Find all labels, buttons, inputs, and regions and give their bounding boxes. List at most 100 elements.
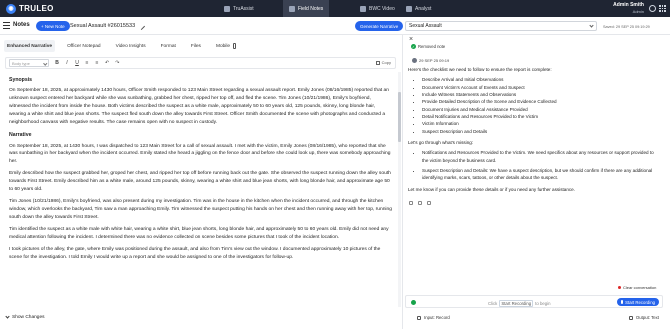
text-style-placeholder: Body type [12, 60, 30, 66]
tab-files[interactable]: Files [188, 40, 204, 52]
synopsis-paragraph: On September 18, 2025, at approximately … [9, 88, 389, 126]
recording-bar: Click Start Recording to begin Start Rec… [405, 295, 663, 308]
narrative-paragraph: On September 18, 2025, at 1430 hours, I … [9, 143, 391, 165]
chevron-down-icon [42, 60, 47, 65]
user-menu[interactable]: Admin Smith Admin [613, 2, 644, 14]
nav-tab-truassist[interactable]: TruAssist [218, 0, 260, 17]
clear-conversation-button[interactable]: Clear conversation [618, 285, 656, 290]
narrative-editor[interactable]: Synopsis On September 18, 2025, at appro… [9, 76, 393, 306]
editor-scrollbar[interactable] [398, 72, 401, 307]
apps-grid-icon[interactable] [659, 5, 666, 12]
thumbs-up-icon[interactable] [418, 201, 422, 205]
saved-status: Saved: 29 SEP 25 09:19:29 [603, 25, 650, 29]
analyst-icon [406, 5, 412, 12]
underline-button[interactable]: U [75, 60, 79, 66]
show-changes-label: Show Changes [12, 315, 45, 320]
assistant-message: Here's the checklist we need to follow t… [408, 66, 658, 196]
menu-icon[interactable] [3, 22, 10, 29]
output-mode-button[interactable]: Output: Text [628, 315, 659, 320]
tab-officer-notepad[interactable]: Officer Notepad [64, 40, 104, 52]
logo-text: TRULEO [19, 4, 54, 13]
copy-button[interactable]: Copy [375, 60, 391, 65]
note-title[interactable]: Sexual Assault #26015533 [70, 21, 148, 31]
top-bar: ◉ TRULEO TruAssist Field Notes BWC Video… [0, 0, 670, 17]
chevron-down-icon [589, 23, 594, 28]
phone-icon [233, 43, 237, 49]
editor-toolbar: Body type B I U ≡ ≡ ↶ ↷ Copy [5, 57, 396, 69]
nav-tab-bwc-video[interactable]: BWC Video [354, 0, 401, 17]
list-item: Document Victim's Account of Events and … [422, 84, 658, 91]
narrative-paragraph: Emily described how the suspect grabbed … [9, 171, 391, 193]
recording-hint: Click Start Recording to begin [488, 299, 551, 307]
nav-tab-label: Field Notes [298, 5, 324, 12]
bold-button[interactable]: B [55, 60, 59, 66]
bullet-list-button[interactable]: ≡ [85, 60, 89, 66]
notes-header: Notes + New Note Sexual Assault #2601553… [0, 17, 670, 35]
hint-suffix: to begin [535, 300, 551, 306]
narrative-heading: Narrative [9, 132, 32, 139]
list-item: Suspect Description and Details: We have… [422, 167, 658, 182]
gear-icon[interactable] [649, 5, 656, 12]
editor-tabs: Enhanced Narrative Officer Notepad Video… [4, 40, 239, 52]
message-header: 29 SEP 25 09:19 [412, 58, 449, 63]
hint-key: Start Recording [499, 299, 534, 307]
list-item: Suspect Description and Details [422, 128, 658, 135]
list-item: Notifications and Resources Provided to … [422, 149, 658, 164]
truassist-icon [224, 5, 230, 12]
user-name: Admin Smith [613, 2, 644, 8]
italic-button[interactable]: I [65, 60, 69, 66]
start-recording-button[interactable]: Start Recording [616, 298, 659, 306]
undo-button[interactable]: ↶ [105, 60, 109, 66]
list-item: Document Injuries and Medical Assistance… [422, 106, 658, 113]
nav-tab-analyst[interactable]: Analyst [400, 0, 437, 17]
list-item: Provide Detailed Description of the Scen… [422, 98, 658, 105]
generate-narrative-button[interactable]: Generate Narrative [355, 21, 404, 31]
user-role: Admin [632, 9, 644, 14]
tab-mobile[interactable]: Mobile [213, 40, 239, 52]
scrollbar-thumb[interactable] [398, 92, 401, 142]
microphone-icon [417, 315, 421, 320]
logo-icon: ◉ [6, 3, 16, 14]
list-item: Victim Information [422, 120, 658, 127]
show-changes-toggle[interactable]: Show Changes [5, 314, 45, 320]
start-recording-label: Start Recording [625, 299, 655, 305]
message-intro: Here's the checklist we need to follow t… [408, 67, 552, 72]
status-dot-icon [411, 299, 416, 305]
nav-tab-label: BWC Video [369, 5, 395, 12]
message-timestamp: 29 SEP 25 09:19 [419, 58, 450, 63]
new-note-button[interactable]: + New Note [36, 21, 70, 31]
close-icon[interactable]: × [409, 36, 413, 43]
narrative-paragraph: Tim identified the suspect as a white ma… [9, 226, 389, 240]
thumbs-down-icon[interactable] [427, 201, 431, 205]
input-mode-label: Input: Record [424, 315, 450, 320]
text-style-select[interactable]: Body type [9, 59, 49, 67]
numbered-list-button[interactable]: ≡ [95, 60, 99, 66]
hint-prefix: Click [488, 300, 498, 306]
note-title-text: Sexual Assault #26015533 [70, 23, 136, 29]
copy-icon[interactable] [409, 201, 413, 205]
redo-button[interactable]: ↷ [115, 60, 119, 66]
pencil-icon[interactable] [138, 22, 146, 30]
nav-tab-field-notes[interactable]: Field Notes [283, 0, 330, 17]
list-item: Describe Arrival and Initial Observation… [422, 76, 658, 83]
tab-format[interactable]: Format [158, 40, 179, 52]
input-mode-button[interactable]: Input: Record [417, 315, 450, 320]
removed-note-text: Removed note [418, 44, 446, 49]
missing-intro: Let's go through what's missing: [408, 140, 474, 146]
section-title: Notes [13, 22, 30, 28]
tab-enhanced-narrative[interactable]: Enhanced Narrative [4, 40, 56, 52]
tab-mobile-label: Mobile [215, 43, 231, 49]
report-type-select[interactable]: Sexual Assault [405, 21, 597, 31]
narrative-paragraph: I took pictures of the alley, the gate, … [9, 246, 381, 260]
app-logo[interactable]: ◉ TRULEO [6, 3, 54, 14]
assistant-avatar [412, 58, 417, 63]
field-notes-icon [289, 5, 295, 12]
report-type-value: Sexual Assault [409, 23, 442, 29]
message-outro: Let me know if you can provide these det… [408, 186, 575, 192]
copy-icon [375, 60, 380, 65]
trash-icon [618, 286, 621, 289]
nav-tab-label: Analyst [415, 5, 432, 12]
check-icon: ✓ [411, 44, 416, 49]
panel-divider[interactable] [402, 35, 403, 329]
tab-video-insights[interactable]: Video Insights [113, 40, 149, 52]
